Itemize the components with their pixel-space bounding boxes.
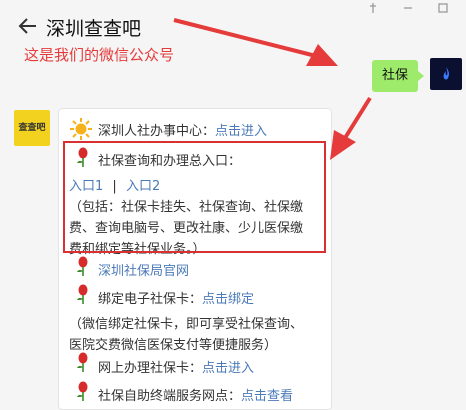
back-arrow-icon[interactable] (16, 14, 40, 38)
bind-card-row: 绑定电子社保卡：点击绑定 (98, 288, 254, 307)
chat-title: 深圳查查吧 (46, 18, 142, 40)
arrow-to-highlight-box (330, 96, 372, 160)
self-service-row: 社保自助终端服务网点：点击查看 (98, 385, 293, 404)
bind-card-link[interactable]: 点击绑定 (202, 292, 254, 307)
service-center-label: 深圳人社办事中心： (98, 124, 216, 139)
minimize-icon[interactable] (402, 2, 414, 14)
user-avatar[interactable] (430, 58, 462, 90)
maximize-icon[interactable] (437, 2, 449, 14)
sun-icon (70, 118, 92, 140)
flower-icon (77, 352, 88, 372)
pin-icon[interactable] (367, 2, 379, 14)
bind-card-note-line-1: （微信绑定社保卡，即可享受社保查询、 (69, 317, 304, 332)
bind-card-note-line-2: 医院交费微信医保支付等便捷服务） (69, 338, 278, 353)
annotation-label: 这是我们的微信公众号 (24, 46, 175, 64)
official-site-link[interactable]: 深圳社保局官网 (98, 260, 189, 279)
self-service-link[interactable]: 点击查看 (241, 389, 293, 404)
apply-card-link[interactable]: 点击进入 (202, 361, 254, 376)
flower-icon (77, 284, 88, 304)
bind-card-label: 绑定电子社保卡： (98, 292, 203, 307)
flower-icon (77, 381, 88, 401)
flower-icon (77, 256, 88, 276)
self-service-label: 社保自助终端服务网点： (98, 389, 242, 404)
service-center-link[interactable]: 点击进入 (215, 124, 267, 139)
flame-icon (443, 67, 450, 80)
highlight-box (63, 141, 326, 253)
user-message-bubble[interactable]: 社保 (372, 60, 424, 92)
service-center-row: 深圳人社办事中心：点击进入 (98, 120, 267, 139)
account-avatar[interactable]: 查查吧 (14, 110, 50, 146)
apply-card-label: 网上办理社保卡： (98, 361, 203, 376)
apply-card-row: 网上办理社保卡：点击进入 (98, 357, 254, 376)
